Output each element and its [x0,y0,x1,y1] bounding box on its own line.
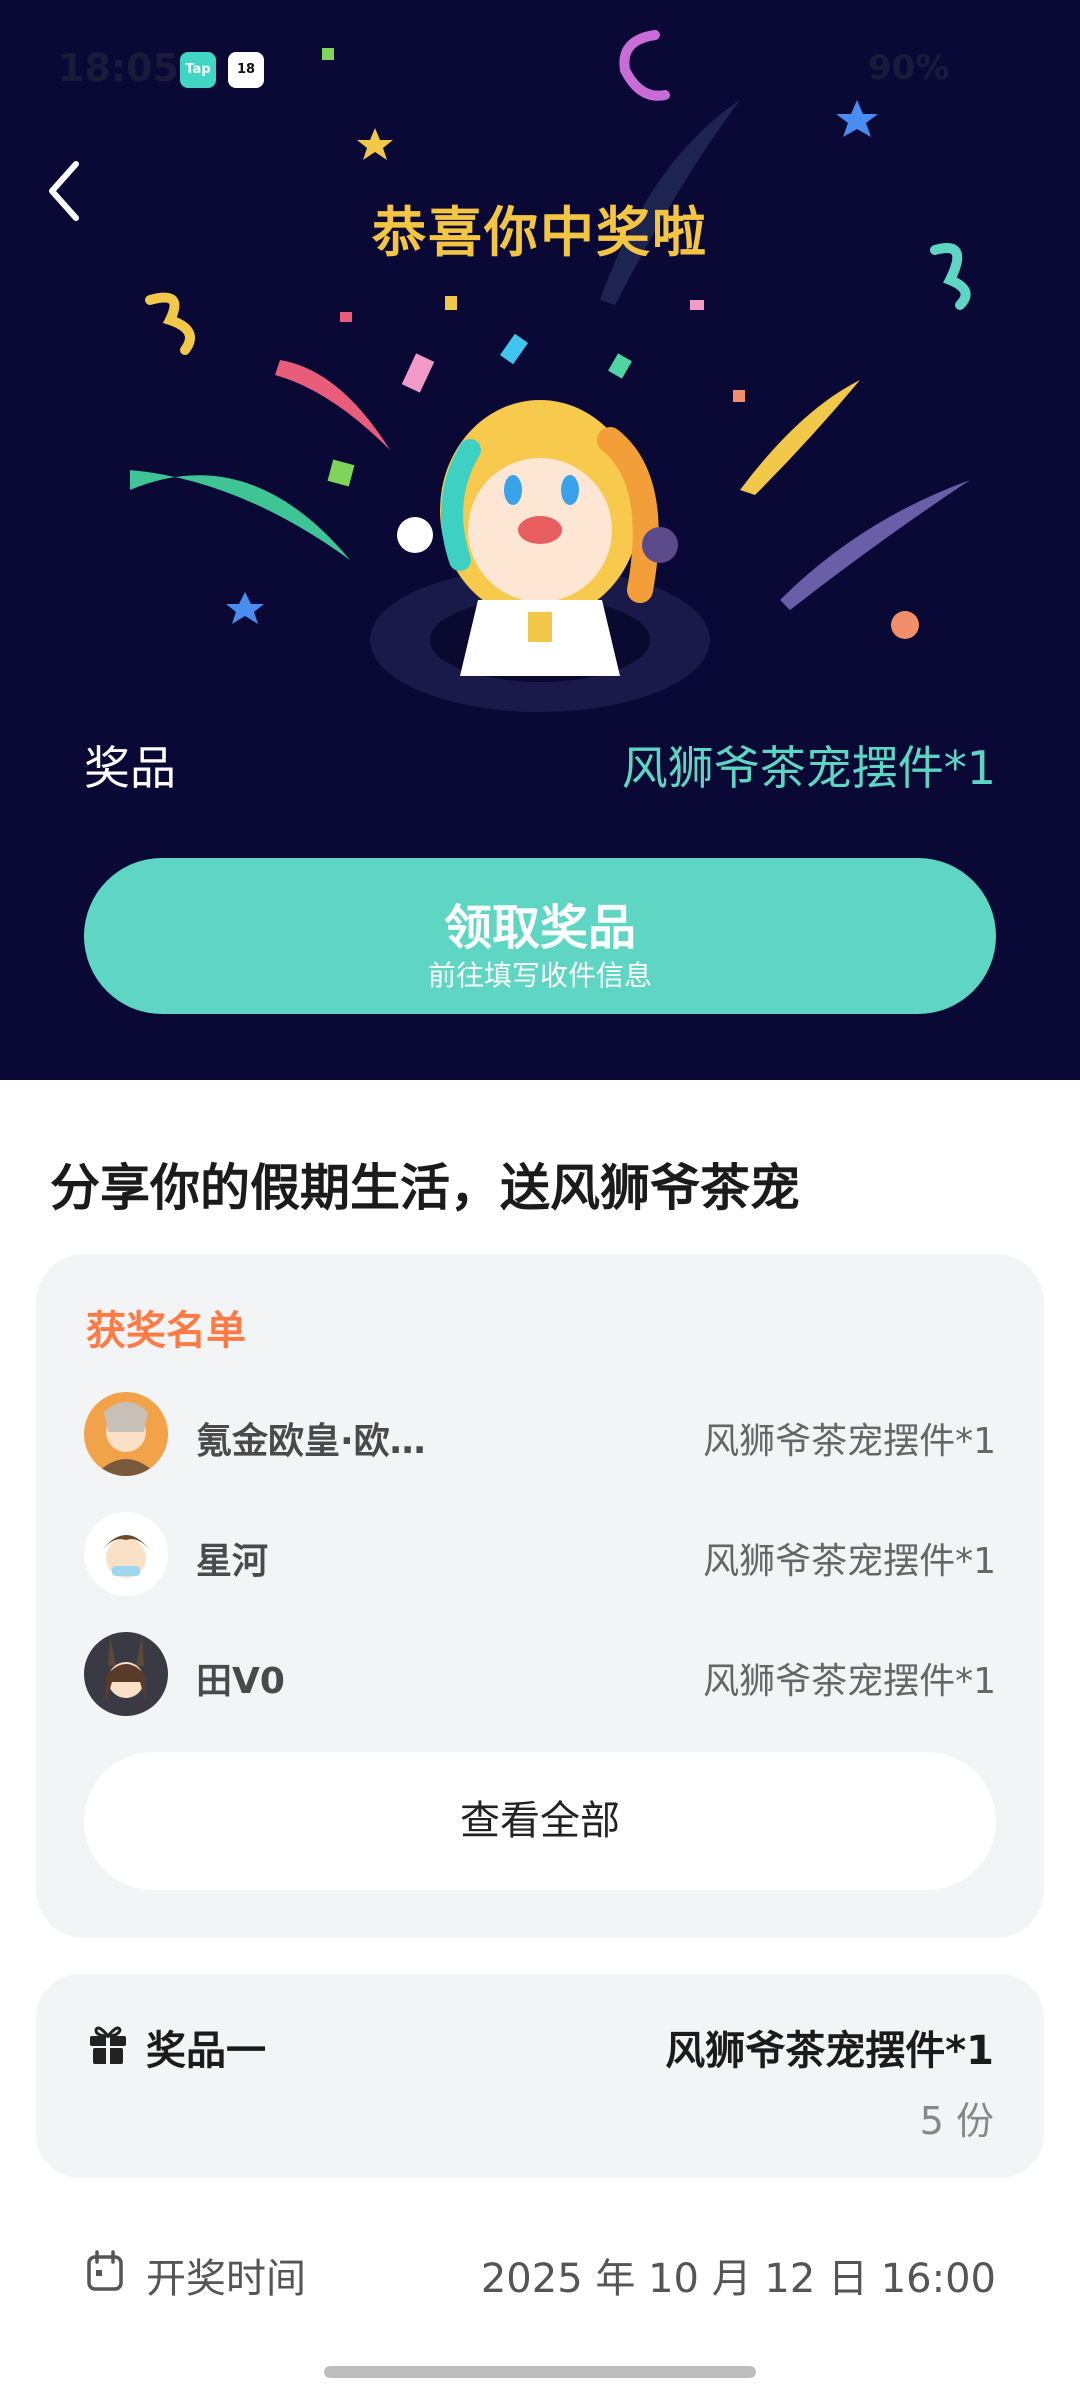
prize-value: 风狮爷茶宠摆件*1 [621,741,996,795]
prize-label: 奖品 [84,741,176,795]
avatar-anime-girl-icon [84,1392,168,1476]
prize-detail-card: 奖品一 风狮爷茶宠摆件*1 5 份 [36,1974,1044,2178]
prize-hero: 18:05 Tap 18 90% 恭喜你中奖啦 奖品 风狮爷茶宠摆件*1 领取奖… [0,0,1080,1080]
winners-card: 获奖名单 氪金欧皇·欧… 风狮爷茶宠摆件*1 星河 风狮爷茶宠摆件*1 田V0 … [36,1254,1044,1938]
calendar-app-icon: 18 [228,52,264,88]
avatar-bunny-girl-icon [84,1632,168,1716]
draw-time-value: 2025 年 10 月 12 日 16:00 [480,2256,996,2302]
home-indicator[interactable] [324,2366,756,2378]
winner-name: 星河 [196,1541,269,1582]
status-time: 18:05 [58,46,179,90]
calendar-icon [87,2250,123,2291]
claim-button-subtitle: 前往填写收件信息 [427,959,652,992]
taptap-app-icon: Tap [180,52,216,88]
draw-time-label: 开奖时间 [146,2256,306,2302]
winner-prize: 风狮爷茶宠摆件*1 [703,1421,996,1462]
winners-heading: 获奖名单 [86,1308,246,1354]
avatar[interactable] [84,1392,168,1476]
prize-tier-label: 奖品一 [146,2028,266,2074]
congrats-title: 恭喜你中奖啦 [372,201,708,264]
view-all-button[interactable]: 查看全部 [84,1752,996,1890]
prize-tier-value: 风狮爷茶宠摆件*1 [665,2028,994,2074]
claim-button-title: 领取奖品 [443,900,636,956]
share-title: 分享你的假期生活，送风狮爷茶宠 [50,1159,800,1217]
winner-prize: 风狮爷茶宠摆件*1 [703,1661,996,1702]
status-bar: 18:05 Tap 18 90% [0,0,1080,140]
prize-count: 5 份 [919,2099,994,2143]
winner-row[interactable]: 氪金欧皇·欧… 风狮爷茶宠摆件*1 [84,1392,996,1482]
avatar-anime-boy-icon [84,1512,168,1596]
winner-row[interactable]: 田V0 风狮爷茶宠摆件*1 [84,1632,996,1722]
avatar[interactable] [84,1632,168,1716]
draw-time-row: 开奖时间 2025 年 10 月 12 日 16:00 [86,2244,996,2304]
gift-icon [90,2026,126,2064]
claim-prize-button[interactable]: 领取奖品 前往填写收件信息 [84,858,996,1014]
battery-level: 90% [868,48,950,88]
avatar[interactable] [84,1512,168,1596]
winner-row[interactable]: 星河 风狮爷茶宠摆件*1 [84,1512,996,1602]
winner-name: 氪金欧皇·欧… [196,1421,426,1462]
winner-name: 田V0 [196,1661,285,1702]
winner-prize: 风狮爷茶宠摆件*1 [703,1541,996,1582]
